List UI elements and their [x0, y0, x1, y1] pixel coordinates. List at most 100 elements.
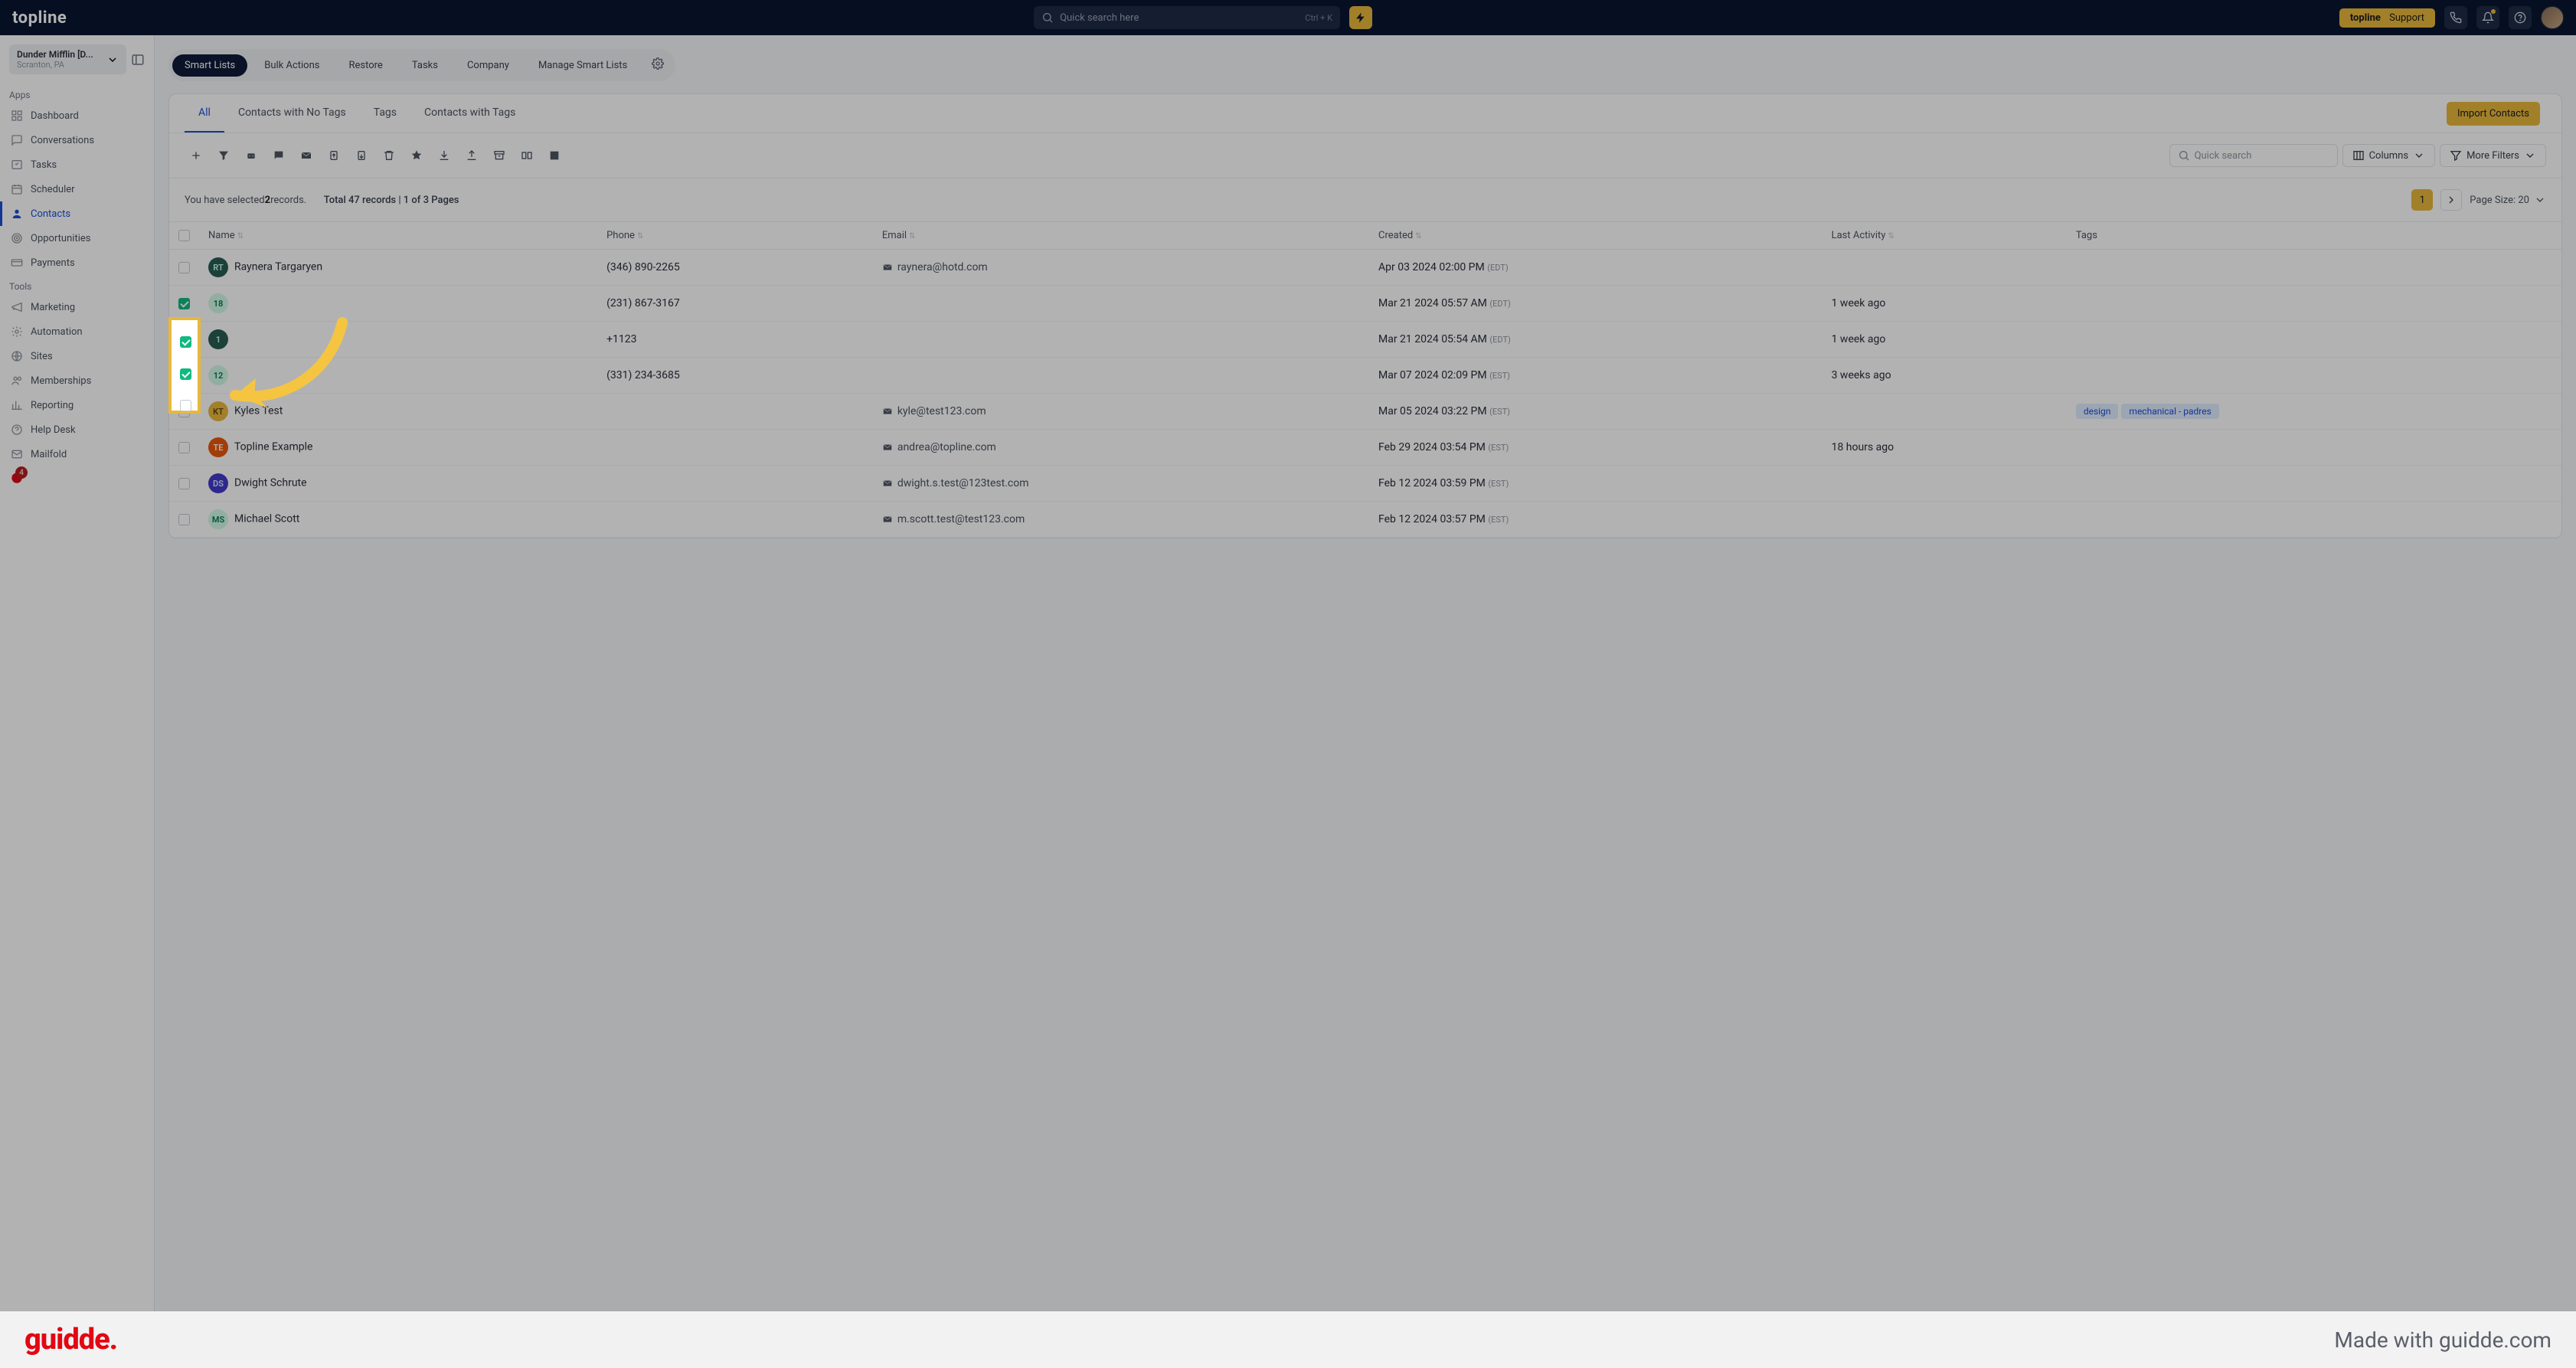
sidebar-item-reporting[interactable]: Reporting	[0, 393, 154, 417]
help-button[interactable]	[2509, 6, 2532, 29]
tag[interactable]: design	[2076, 404, 2119, 419]
chevron-down-icon	[2413, 149, 2425, 162]
nav-tab-tasks[interactable]: Tasks	[400, 54, 450, 77]
list-toolbar: Quick search Columns More Filters	[169, 133, 2561, 178]
search-icon	[1041, 11, 1054, 24]
contact-avatar: 12	[208, 365, 228, 385]
nav-tab-company[interactable]: Company	[455, 54, 521, 77]
row-checkbox[interactable]	[178, 406, 190, 417]
chevron-down-icon	[106, 54, 119, 66]
star-button[interactable]	[405, 144, 428, 167]
quick-search-input[interactable]: Quick search	[2169, 144, 2338, 167]
columns-button[interactable]: Columns	[2342, 144, 2436, 167]
sidebar-item-memberships[interactable]: Memberships	[0, 368, 154, 393]
table-row[interactable]: RTRaynera Targaryen(346) 890-2265raynera…	[169, 250, 2561, 286]
row-checkbox[interactable]	[178, 298, 190, 309]
sidebar-item-dashboard[interactable]: Dashboard	[0, 103, 154, 128]
sidebar-item-automation[interactable]: Automation	[0, 319, 154, 344]
archive-button[interactable]	[488, 144, 511, 167]
row-checkbox[interactable]	[178, 262, 190, 273]
col-name[interactable]: Name⇅	[199, 222, 597, 250]
automation-icon	[11, 326, 23, 338]
tag[interactable]: mechanical - padres	[2121, 404, 2218, 419]
star-icon	[410, 149, 423, 162]
user-avatar[interactable]	[2541, 6, 2564, 29]
col-email[interactable]: Email⇅	[873, 222, 1369, 250]
merge-button[interactable]	[515, 144, 538, 167]
col-activity[interactable]: Last Activity⇅	[1822, 222, 2067, 250]
expand-button[interactable]	[543, 144, 566, 167]
sidebar-item-conversations[interactable]: Conversations	[0, 128, 154, 152]
sidebar-item-payments[interactable]: Payments	[0, 250, 154, 275]
contact-activity: 1 week ago	[1822, 286, 2067, 322]
page-size-selector[interactable]: Page Size: 20	[2470, 194, 2546, 206]
table-row[interactable]: DSDwight Schrutedwight.s.test@123test.co…	[169, 466, 2561, 502]
quick-actions-button[interactable]	[1349, 6, 1372, 29]
col-phone[interactable]: Phone⇅	[597, 222, 873, 250]
select-all-checkbox[interactable]	[178, 230, 190, 241]
message-button[interactable]	[267, 144, 290, 167]
table-row[interactable]: 12(331) 234-3685Mar 07 2024 02:09 PM (ES…	[169, 358, 2561, 394]
table-row[interactable]: 18(231) 867-3167Mar 21 2024 05:57 AM (ED…	[169, 286, 2561, 322]
contact-name: Michael Scott	[234, 513, 299, 525]
columns-icon	[2352, 149, 2365, 162]
sidebar-item-opportunities[interactable]: Opportunities	[0, 226, 154, 250]
robot-button[interactable]	[240, 144, 263, 167]
funnel-icon	[2450, 149, 2462, 162]
share-up-button[interactable]	[322, 144, 345, 167]
download-button[interactable]	[433, 144, 456, 167]
nav-tab-restore[interactable]: Restore	[336, 54, 394, 77]
table-row[interactable]: TETopline Exampleandrea@topline.comFeb 2…	[169, 430, 2561, 466]
sidebar-item-scheduler[interactable]: Scheduler	[0, 177, 154, 201]
add-button[interactable]	[185, 144, 208, 167]
contact-activity: 18 hours ago	[1822, 430, 2067, 466]
phone-icon	[2450, 11, 2462, 24]
subtab-notags[interactable]: Contacts with No Tags	[224, 94, 360, 133]
notifications-button[interactable]	[2476, 6, 2499, 29]
sidebar-item-mailfold[interactable]: Mailfold	[0, 442, 154, 466]
support-button[interactable]: topline Support	[2339, 8, 2435, 28]
table-row[interactable]: 1+1123Mar 21 2024 05:54 AM (EDT)1 week a…	[169, 322, 2561, 358]
more-filters-button[interactable]: More Filters	[2440, 144, 2546, 167]
row-checkbox[interactable]	[178, 442, 190, 453]
sidebar-item-contacts[interactable]: Contacts	[0, 201, 154, 226]
row-checkbox[interactable]	[178, 478, 190, 489]
page-1-button[interactable]: 1	[2411, 189, 2433, 211]
delete-button[interactable]	[378, 144, 400, 167]
sidebar-item-marketing[interactable]: Marketing	[0, 295, 154, 319]
email-button[interactable]	[295, 144, 318, 167]
import-contacts-button[interactable]: Import Contacts	[2447, 102, 2540, 126]
upload-button[interactable]	[460, 144, 483, 167]
workspace-switcher[interactable]: Dunder Mifflin [D... Scranton, PA	[9, 44, 126, 74]
main-content: Smart Lists Bulk Actions Restore Tasks C…	[155, 35, 2576, 1368]
share-down-button[interactable]	[350, 144, 373, 167]
contact-activity	[1822, 250, 2067, 286]
subtab-tags[interactable]: Tags	[360, 94, 410, 133]
contact-tags: designmechanical - padres	[2067, 394, 2561, 430]
filter-button[interactable]	[212, 144, 235, 167]
main-nav-tabs: Smart Lists Bulk Actions Restore Tasks C…	[168, 49, 675, 81]
nav-tab-smartlists[interactable]: Smart Lists	[172, 54, 247, 77]
table-row[interactable]: MSMichael Scottm.scott.test@test123.comF…	[169, 502, 2561, 538]
subtab-all[interactable]: All	[185, 94, 224, 133]
nav-tab-managesmartlists[interactable]: Manage Smart Lists	[526, 54, 639, 77]
row-checkbox[interactable]	[178, 370, 190, 381]
nav-tab-settings[interactable]	[644, 53, 672, 77]
sidebar-item-extra[interactable]: 4	[0, 466, 154, 489]
subtab-withtags[interactable]: Contacts with Tags	[410, 94, 529, 133]
sidebar-item-tasks[interactable]: Tasks	[0, 152, 154, 177]
next-page-button[interactable]	[2440, 189, 2462, 211]
nav-tab-bulkactions[interactable]: Bulk Actions	[252, 54, 332, 77]
contact-tags	[2067, 466, 2561, 502]
sidebar-toggle-icon[interactable]	[131, 53, 145, 67]
notification-dot	[2491, 9, 2496, 14]
total-records: Total 47 records	[324, 195, 396, 206]
col-created[interactable]: Created⇅	[1369, 222, 1822, 250]
phone-button[interactable]	[2444, 6, 2467, 29]
sidebar-item-helpdesk[interactable]: Help Desk	[0, 417, 154, 442]
row-checkbox[interactable]	[178, 334, 190, 345]
global-search[interactable]: Quick search here Ctrl + K	[1034, 6, 1340, 29]
table-row[interactable]: KTKyles Testkyle@test123.comMar 05 2024 …	[169, 394, 2561, 430]
sidebar-item-sites[interactable]: Sites	[0, 344, 154, 368]
row-checkbox[interactable]	[178, 514, 190, 525]
